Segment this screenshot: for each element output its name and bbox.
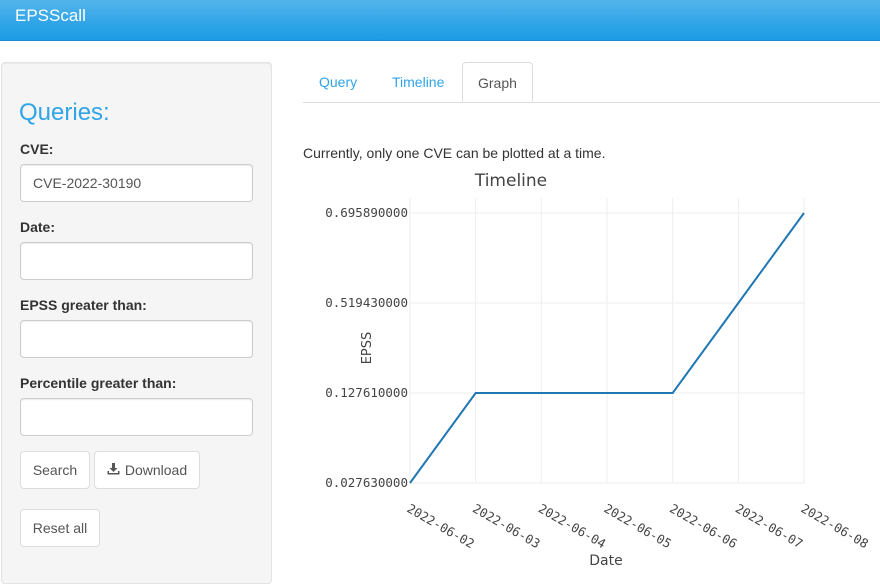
download-icon bbox=[107, 462, 120, 478]
navbar: EPSScall bbox=[0, 0, 880, 41]
reset-all-button[interactable]: Reset all bbox=[20, 509, 100, 547]
epss-input[interactable] bbox=[20, 320, 253, 358]
percentile-input[interactable] bbox=[20, 398, 253, 436]
x-tick-label: 2022-06-08 bbox=[799, 501, 872, 552]
x-axis-label: Date bbox=[589, 553, 622, 567]
timeline-chart[interactable]: Timeline 0.027630000 0.127610000 0.5194300… bbox=[303, 165, 880, 567]
reset-all-button-label: Reset all bbox=[32, 520, 88, 536]
y-tick-label: 0.027630000 bbox=[325, 475, 408, 490]
epss-label: EPSS greater than: bbox=[20, 297, 147, 313]
chart-grid bbox=[409, 198, 805, 484]
x-tick-label: 2022-06-04 bbox=[536, 501, 609, 552]
sidebar-heading: Queries: bbox=[19, 99, 110, 126]
app-title[interactable]: EPSScall bbox=[15, 6, 86, 26]
plot-note: Currently, only one CVE can be plotted a… bbox=[303, 145, 606, 161]
x-tick-label: 2022-06-03 bbox=[470, 501, 543, 552]
x-tick-label: 2022-06-06 bbox=[667, 501, 740, 552]
y-tick-label: 0.695890000 bbox=[325, 205, 408, 220]
tab-bar: Query Timeline Graph bbox=[303, 62, 880, 103]
y-axis-label: EPSS bbox=[360, 332, 375, 365]
y-tick-label: 0.127610000 bbox=[325, 385, 408, 400]
x-tick-label: 2022-06-02 bbox=[405, 501, 478, 552]
date-label: Date: bbox=[20, 219, 56, 235]
download-button-label: Download bbox=[124, 462, 188, 478]
y-tick-label: 0.519430000 bbox=[325, 295, 408, 310]
cve-label: CVE: bbox=[20, 141, 54, 157]
download-button[interactable]: Download bbox=[94, 451, 200, 489]
cve-input[interactable] bbox=[20, 164, 253, 202]
tab-timeline[interactable]: Timeline bbox=[392, 62, 444, 102]
x-axis-tick-labels: 2022-06-022022-06-032022-06-042022-06-05… bbox=[405, 501, 872, 552]
percentile-label: Percentile greater than: bbox=[20, 375, 177, 391]
tab-query[interactable]: Query bbox=[319, 62, 357, 102]
x-tick-label: 2022-06-07 bbox=[733, 501, 806, 552]
chart-title: Timeline bbox=[474, 171, 547, 191]
tab-graph[interactable]: Graph bbox=[462, 62, 533, 102]
search-button-label: Search bbox=[32, 462, 78, 478]
search-button[interactable]: Search bbox=[20, 451, 90, 489]
date-input[interactable] bbox=[20, 242, 253, 280]
x-tick-label: 2022-06-05 bbox=[602, 501, 675, 552]
